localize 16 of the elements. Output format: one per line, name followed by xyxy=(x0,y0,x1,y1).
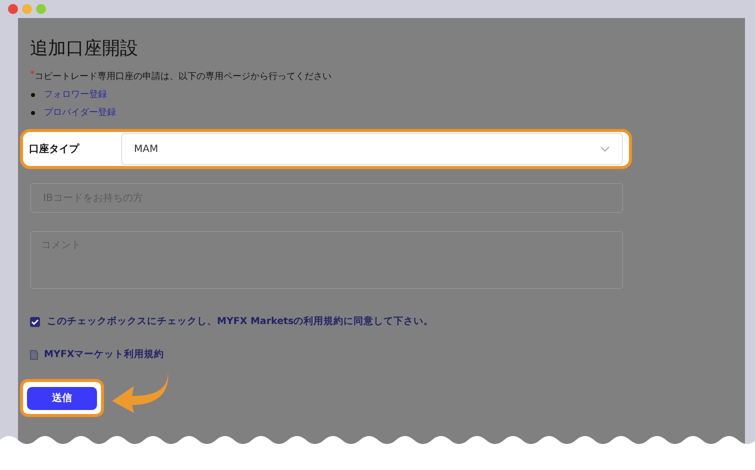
required-mark: * xyxy=(30,70,34,82)
bullet-icon xyxy=(31,92,35,96)
page-title: 追加口座開設 xyxy=(30,37,139,60)
agree-label: このチェックボックスにチェックし、MYFX Marketsの利用規約に同意して下さい。 xyxy=(47,315,434,328)
chevron-down-icon xyxy=(600,146,610,152)
note-text: コピートレード専用口座の申請は、以下の専用ページから行ってください xyxy=(34,70,332,83)
document-icon xyxy=(30,350,38,360)
field-label: 口座タイプ xyxy=(29,142,80,156)
submit-button[interactable]: 送信 xyxy=(27,386,97,410)
bullet-icon xyxy=(31,110,35,114)
link[interactable]: フォロワー登録 xyxy=(44,88,107,101)
terms-link[interactable]: MYFXマーケット利用規約 xyxy=(44,348,164,361)
close-button[interactable] xyxy=(8,4,18,14)
account-type-select[interactable]: MAM xyxy=(121,133,623,165)
link[interactable]: プロバイダー登録 xyxy=(44,106,116,119)
checkbox[interactable] xyxy=(30,316,40,326)
